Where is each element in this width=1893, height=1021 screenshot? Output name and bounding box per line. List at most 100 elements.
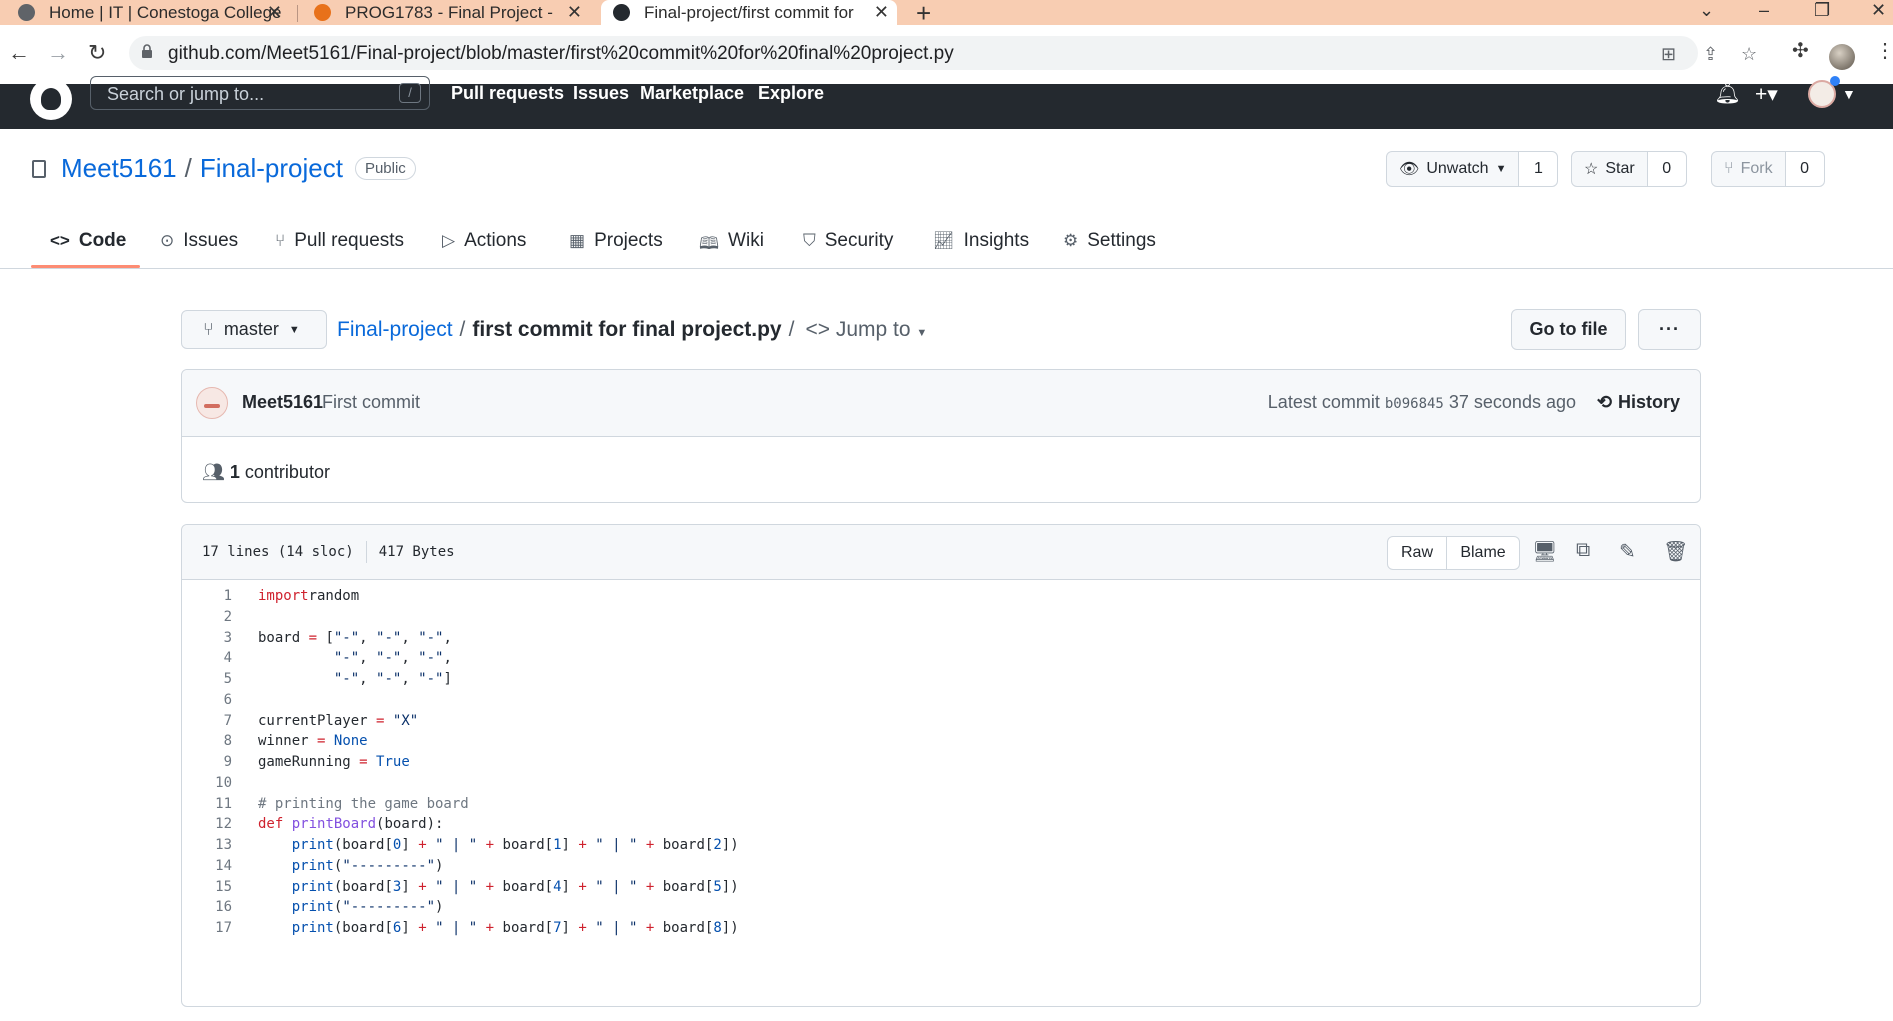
breadcrumb-file-name: first commit for final project.py: [472, 318, 782, 341]
extensions-puzzle-icon[interactable]: ✣: [1792, 38, 1809, 63]
nav-explore[interactable]: Explore: [758, 83, 824, 104]
star-button[interactable]: ☆ Star 0: [1571, 151, 1687, 187]
chevron-down-icon: ▼: [288, 323, 300, 336]
minimize-icon[interactable]: –: [1759, 0, 1769, 21]
commit-message[interactable]: First commit: [322, 392, 420, 413]
chrome-menu-icon[interactable]: ⋮: [1875, 38, 1893, 63]
tab-label: Security: [824, 230, 894, 251]
tab-settings[interactable]: ⚙︎ Settings: [1063, 223, 1156, 269]
tab-pull-requests[interactable]: ⑂ Pull requests: [275, 223, 404, 269]
unwatch-label: Unwatch: [1426, 160, 1489, 177]
active-tab-indicator: [31, 265, 140, 268]
address-bar[interactable]: github.com/Meet5161/Final-project/blob/m…: [129, 36, 1757, 70]
course-favicon-icon: [314, 4, 331, 21]
fork-button[interactable]: ⑂ Fork 0: [1711, 151, 1825, 187]
tab-search-icon[interactable]: ⌄: [1699, 0, 1714, 21]
code-icon: <>: [50, 231, 70, 250]
browser-tab-prog1783[interactable]: PROG1783 - Final Project - PROG ✕: [314, 0, 590, 25]
repo-owner-link[interactable]: Meet5161: [61, 153, 177, 184]
eye-icon: 👁︎: [1399, 161, 1420, 178]
go-to-file-button[interactable]: Go to file: [1511, 309, 1626, 350]
pencil-edit-icon[interactable]: ✎: [1619, 539, 1636, 564]
trash-icon[interactable]: 🗑︎: [1663, 539, 1688, 564]
commit-author[interactable]: Meet5161: [242, 392, 323, 413]
jump-to-dropdown[interactable]: <> Jump to ▼: [805, 318, 927, 342]
github-header: Search or jump to... / Pull requests Iss…: [0, 76, 1893, 129]
tab-label: Wiki: [728, 230, 764, 251]
close-icon[interactable]: ✕: [567, 2, 582, 23]
tab-label: Issues: [183, 230, 239, 251]
chevron-down-icon: ▼: [916, 327, 928, 339]
tab-insights[interactable]: 📈︎ Insights: [933, 223, 1029, 269]
tab-label: Settings: [1087, 230, 1156, 251]
fork-label: Fork: [1740, 160, 1773, 177]
desktop-icon[interactable]: 🖥︎: [1532, 539, 1557, 564]
create-new-plus-icon[interactable]: +▾: [1755, 82, 1778, 107]
tab-issues[interactable]: ⊙ Issues: [160, 223, 238, 269]
share-icon[interactable]: ⇪: [1703, 44, 1718, 65]
user-avatar[interactable]: [1808, 76, 1840, 108]
commit-sha[interactable]: b096845: [1385, 396, 1444, 412]
window-close-icon[interactable]: ✕: [1871, 0, 1886, 21]
raw-button[interactable]: Raw: [1388, 537, 1447, 569]
repo-name-link[interactable]: Final-project: [200, 153, 343, 184]
close-icon[interactable]: ✕: [267, 2, 282, 23]
github-logo-icon[interactable]: [30, 78, 72, 120]
contributors[interactable]: 👥︎ 1 contributor: [202, 462, 330, 483]
author-avatar[interactable]: [196, 387, 228, 419]
history-link[interactable]: ⟲ History: [1597, 392, 1680, 413]
repo-icon: [32, 159, 46, 178]
shield-icon: ⛉: [803, 231, 816, 250]
people-icon: 👥︎: [202, 462, 225, 482]
unwatch-button[interactable]: 👁︎ Unwatch ▼ 1: [1386, 151, 1559, 187]
more-options-button[interactable]: ···: [1638, 309, 1701, 350]
line-number[interactable]: 17: [182, 916, 232, 941]
commit-time: 37 seconds ago: [1448, 392, 1576, 412]
star-count[interactable]: 0: [1647, 152, 1686, 186]
tab-wiki[interactable]: 🕮︎ Wiki: [699, 223, 764, 269]
fork-count[interactable]: 0: [1785, 152, 1824, 186]
title-separator: /: [184, 153, 192, 183]
watcher-count[interactable]: 1: [1519, 152, 1558, 186]
nav-issues[interactable]: Issues: [573, 83, 629, 104]
branch-selector[interactable]: ⑂ master ▼: [181, 310, 327, 349]
blame-button[interactable]: Blame: [1447, 537, 1519, 569]
tab-label: Projects: [594, 230, 663, 251]
nav-marketplace[interactable]: Marketplace: [640, 83, 744, 104]
nav-pull-requests[interactable]: Pull requests: [451, 83, 564, 104]
copy-icon[interactable]: ⧉: [1576, 539, 1590, 562]
bell-icon[interactable]: 🔔︎: [1714, 82, 1741, 106]
issue-icon: ⊙: [160, 231, 175, 250]
latest-commit-label: Latest commit: [1267, 392, 1380, 412]
browser-tab-conestoga[interactable]: Home | IT | Conestoga College ✕: [18, 0, 290, 25]
divider: [365, 541, 367, 563]
breadcrumb: Final-project / first commit for final p…: [337, 318, 927, 342]
translate-icon[interactable]: ⊞: [1661, 44, 1676, 65]
repo-tab-bar: <> Code ⊙ Issues ⑂ Pull requests ▷ Actio…: [0, 213, 1893, 269]
chevron-down-icon[interactable]: ▼: [1842, 86, 1856, 102]
close-icon[interactable]: ✕: [874, 2, 889, 23]
github-favicon-icon: [613, 4, 630, 21]
reload-icon[interactable]: ↻: [88, 40, 106, 66]
fork-icon: ⑂: [1724, 160, 1734, 177]
breadcrumb-repo-link[interactable]: Final-project: [337, 318, 453, 342]
restore-icon[interactable]: ❐: [1814, 0, 1830, 21]
browser-tab-github[interactable]: Final-project/first commit for fina ✕: [601, 0, 897, 25]
back-arrow-icon[interactable]: ←: [8, 40, 30, 66]
play-icon: ▷: [442, 231, 456, 250]
tab-label: Actions: [464, 230, 527, 251]
lock-icon: [142, 44, 152, 58]
tab-security[interactable]: ⛉ Security: [803, 223, 893, 269]
chevron-down-icon: ▼: [1495, 163, 1507, 175]
graph-icon: 📈︎: [933, 231, 955, 250]
bookmark-star-icon[interactable]: ☆: [1741, 44, 1757, 65]
tab-actions[interactable]: ▷ Actions: [442, 223, 526, 269]
forward-arrow-icon[interactable]: →: [47, 40, 69, 66]
tab-code[interactable]: <> Code: [50, 223, 126, 269]
search-input[interactable]: Search or jump to... /: [90, 76, 430, 110]
line-content: print(board[6] + " | " + board[7] + " | …: [291, 920, 739, 936]
tab-label: Code: [78, 230, 127, 251]
tab-projects[interactable]: ▦ Projects: [569, 223, 663, 269]
profile-avatar[interactable]: [1829, 44, 1855, 70]
git-branch-icon: ⑂: [203, 319, 214, 339]
